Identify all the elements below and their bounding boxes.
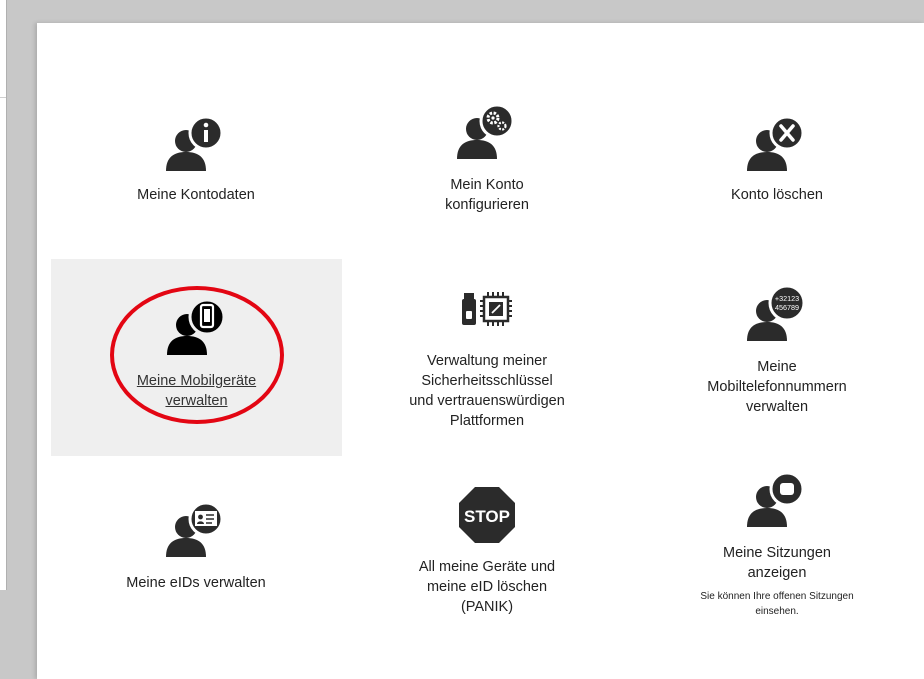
tile-sitzungen[interactable]: Meine Sitzungen anzeigen Sie können Ihre …	[662, 471, 892, 619]
svg-text:456789: 456789	[775, 303, 799, 312]
user-mobile-icon	[166, 299, 225, 355]
tile-label: Meine Kontodaten	[137, 187, 255, 203]
usb-chip-icon	[462, 292, 512, 326]
tile-label: Meine eIDs verwalten	[126, 575, 266, 591]
account-menu-card: Meine Kontodaten Mein Konto konfigurieren…	[37, 23, 924, 679]
tile-panik[interactable]: STOP All meine Geräte und meine eID lösch…	[372, 485, 602, 617]
tile-konto-loeschen[interactable]: Konto löschen	[662, 115, 892, 205]
tile-mobilgeraete[interactable]: Meine Mobilgeräte verwalten	[51, 259, 342, 456]
stop-sign-icon: STOP	[459, 487, 515, 543]
tile-label: Verwaltung meiner Sicherheitsschlüssel und…	[409, 353, 565, 429]
svg-text:STOP: STOP	[464, 507, 510, 526]
user-session-icon	[747, 471, 805, 527]
tile-sicherheitsschluessel[interactable]: Verwaltung meiner Sicherheitsschlüssel und…	[372, 289, 602, 431]
left-panel	[0, 0, 7, 590]
user-info-icon	[166, 115, 224, 171]
tile-label: Mein Konto konfigurieren	[445, 177, 529, 213]
tile-label: Meine Mobiltelefonnummern verwalten	[707, 359, 847, 415]
user-delete-icon	[747, 115, 805, 171]
tile-eids[interactable]: Meine eIDs verwalten	[81, 501, 311, 593]
user-gear-icon	[457, 103, 515, 159]
tile-label: Konto löschen	[731, 187, 823, 203]
tile-description: Sie können Ihre offenen Sitzungen einsehe…	[700, 591, 854, 617]
screen: Meine Kontodaten Mein Konto konfigurieren…	[0, 0, 924, 679]
tile-label: Meine Sitzungen anzeigen	[722, 545, 831, 581]
tile-mein-konto-konfigurieren[interactable]: Mein Konto konfigurieren	[372, 103, 602, 215]
tile-label: Meine Mobilgeräte verwalten	[136, 373, 257, 409]
svg-text:+32123: +32123	[775, 294, 799, 303]
tile-meine-kontodaten[interactable]: Meine Kontodaten	[81, 115, 311, 205]
left-panel-divider	[0, 97, 6, 98]
tile-label: All meine Geräte und meine eID löschen (PA…	[418, 559, 556, 615]
tile-mobiltelefonnummern[interactable]: +32123 456789 Meine Mobiltelefonnummern ve…	[662, 285, 892, 417]
user-phone-number-icon: +32123 456789	[747, 285, 806, 341]
user-id-card-icon	[166, 501, 224, 557]
